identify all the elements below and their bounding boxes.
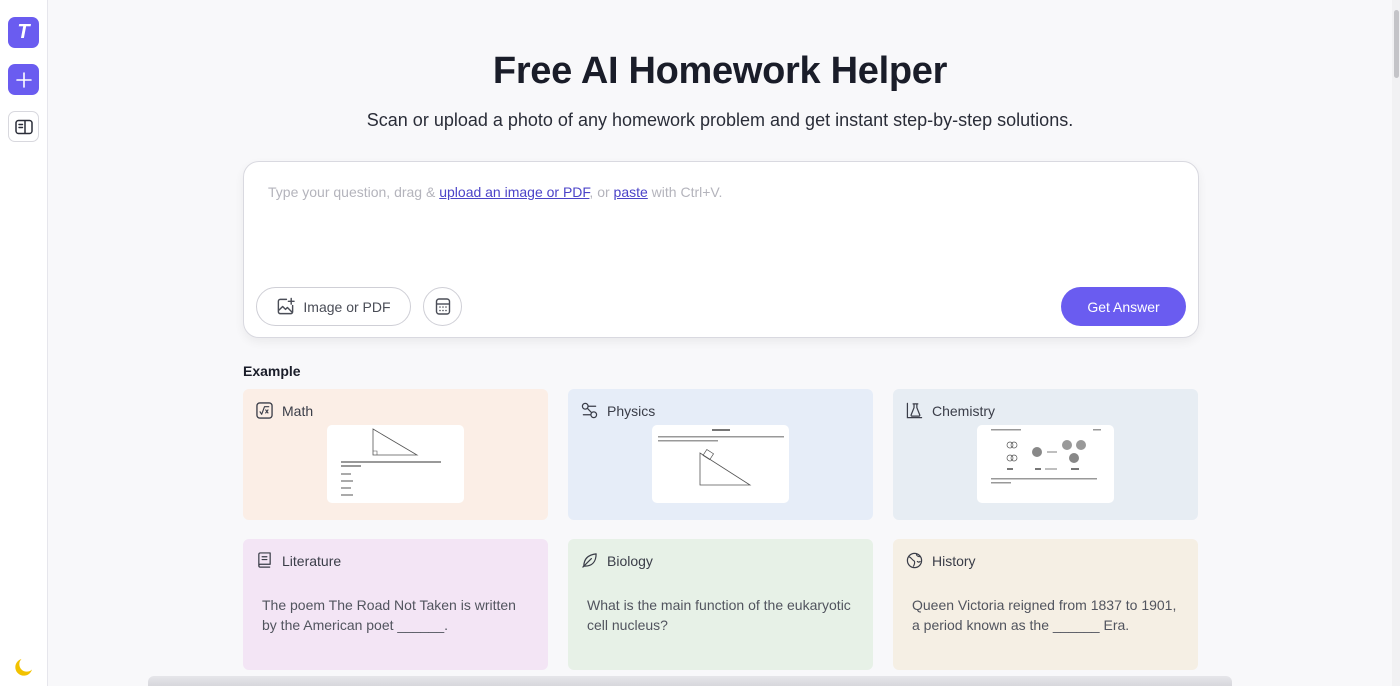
leaf-icon [582, 553, 597, 568]
sidebar: T [0, 0, 48, 686]
bottom-shadow [148, 676, 1232, 686]
example-card-physics[interactable]: Physics [568, 389, 873, 520]
card-subject: History [932, 552, 976, 569]
card-subject: Biology [607, 552, 653, 569]
example-question: The poem The Road Not Taken is written b… [262, 597, 516, 633]
plus-icon [15, 71, 32, 88]
card-subject: Math [282, 402, 314, 419]
card-header: Physics [581, 402, 655, 419]
placeholder-text-end: with Ctrl+V. [647, 184, 723, 200]
question-input-box[interactable]: Type your question, drag & upload an ima… [243, 161, 1199, 338]
image-or-pdf-button[interactable]: Image or PDF [256, 287, 411, 326]
example-card-chemistry[interactable]: Chemistry [893, 389, 1198, 520]
card-subject: Physics [607, 402, 656, 419]
card-subject: Chemistry [932, 402, 996, 419]
card-header: Biology [581, 552, 653, 569]
example-question: Queen Victoria reigned from 1837 to 1901… [912, 597, 1177, 633]
image-or-pdf-label: Image or PDF [303, 298, 391, 315]
placeholder-text-start: Type your question, drag & [268, 184, 440, 200]
examples-heading: Example [243, 363, 301, 379]
physics-problem-thumbnail [652, 425, 789, 503]
example-card-history[interactable]: History Queen Victoria reigned from 1837… [893, 539, 1198, 670]
upload-image-link[interactable]: upload an image or PDF [439, 184, 589, 200]
atom-icon [581, 402, 598, 419]
scrollbar[interactable] [1392, 0, 1400, 686]
example-card-literature[interactable]: Literature The poem The Road Not Taken i… [243, 539, 548, 670]
get-answer-button[interactable]: Get Answer [1061, 287, 1186, 326]
page-subtitle: Scan or upload a photo of any homework p… [366, 110, 1074, 130]
calculator-icon [435, 298, 450, 315]
scrollbar-thumb[interactable] [1394, 10, 1399, 78]
example-question: What is the main function of the eukaryo… [587, 597, 851, 633]
image-upload-icon [278, 297, 296, 315]
square-root-icon [256, 402, 273, 419]
app-logo[interactable]: T [8, 17, 39, 48]
card-subject: Literature [282, 552, 342, 569]
calculator-button[interactable] [423, 287, 462, 326]
moon-icon[interactable] [12, 655, 36, 679]
example-card-math[interactable]: Math [243, 389, 548, 520]
new-chat-button[interactable] [8, 64, 39, 95]
toggle-sidebar-button[interactable] [8, 111, 39, 142]
book-icon [258, 552, 271, 568]
sidebar-panel-icon [14, 119, 33, 134]
main-content: Free AI Homework Helper Scan or upload a… [48, 0, 1392, 686]
card-header: Chemistry [906, 402, 995, 419]
paste-link[interactable]: paste [614, 184, 648, 200]
page-title: Free AI Homework Helper [492, 50, 948, 92]
card-header: Literature [256, 552, 341, 569]
globe-icon [906, 552, 923, 569]
card-header: History [906, 552, 976, 569]
flask-icon [906, 402, 923, 419]
example-card-biology[interactable]: Biology What is the main function of the… [568, 539, 873, 670]
card-header: Math [256, 402, 313, 419]
question-input-placeholder[interactable]: Type your question, drag & upload an ima… [268, 184, 722, 200]
math-problem-thumbnail [327, 425, 464, 503]
placeholder-text-middle: , or [589, 184, 614, 200]
chemistry-problem-thumbnail [977, 425, 1114, 503]
